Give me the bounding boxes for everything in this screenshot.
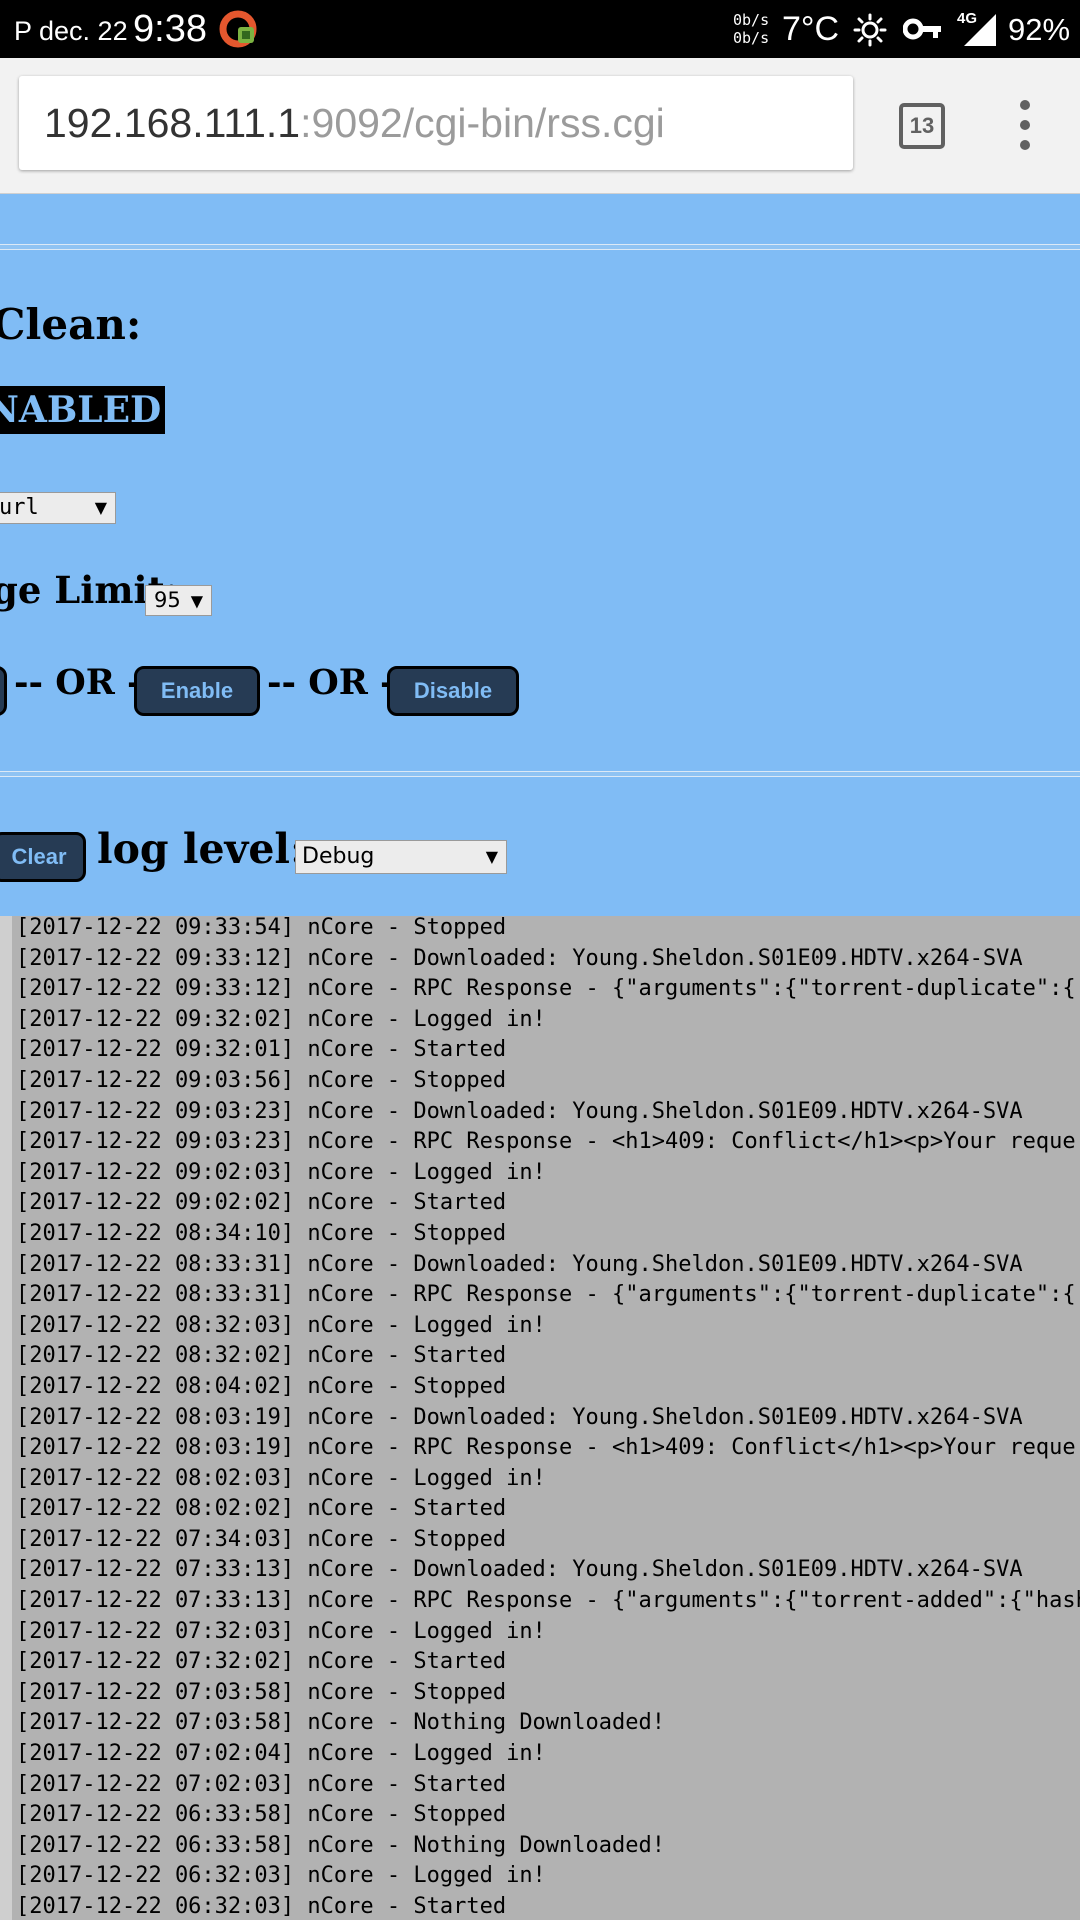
log-line: [2017-12-22 07:02:03] nCore - Started: [16, 1771, 507, 1797]
log-line: [2017-12-22 08:32:03] nCore - Logged in!: [16, 1312, 546, 1338]
log-panel-edge: [0, 916, 12, 1920]
log-line: [2017-12-22 07:34:03] nCore - Stopped: [16, 1526, 507, 1552]
log-line: [2017-12-22 09:03:23] nCore - RPC Respon…: [16, 1129, 1076, 1155]
chevron-down-icon: ▼: [190, 591, 203, 610]
log-line: [2017-12-22 08:34:10] nCore - Stopped: [16, 1220, 507, 1246]
log-line: [2017-12-22 07:03:58] nCore - Stopped: [16, 1679, 507, 1705]
log-line: [2017-12-22 09:32:02] nCore - Logged in!: [16, 1006, 546, 1032]
clear-log-button[interactable]: Clear: [0, 832, 86, 882]
log-line: [2017-12-22 07:32:03] nCore - Logged in!: [16, 1618, 546, 1644]
log-line: [2017-12-22 07:32:02] nCore - Started: [16, 1649, 507, 1675]
clean-method-select[interactable]: url ▼: [0, 492, 116, 524]
limit-value: 95: [154, 588, 181, 612]
url-path: :9092/cgi-bin/rss.cgi: [300, 100, 665, 146]
log-line: [2017-12-22 09:33:54] nCore - Stopped: [16, 916, 507, 940]
log-line: [2017-12-22 08:33:31] nCore - RPC Respon…: [16, 1282, 1076, 1308]
browser-toolbar: 192.168.111.1:9092/cgi-bin/rss.cgi 13: [0, 58, 1080, 194]
log-line: [2017-12-22 06:32:03] nCore - Started: [16, 1894, 507, 1919]
temperature: 7°C: [782, 10, 840, 48]
status-badge: NABLED: [0, 386, 166, 434]
log-line: [2017-12-22 09:02:03] nCore - Logged in!: [16, 1159, 546, 1185]
clean-section-title: Clean:: [0, 300, 142, 349]
log-line: [2017-12-22 09:32:01] nCore - Started: [16, 1037, 507, 1063]
chevron-down-icon: ▼: [485, 847, 498, 866]
log-line: [2017-12-22 08:02:02] nCore - Started: [16, 1496, 507, 1522]
disable-button[interactable]: Disable: [387, 666, 519, 716]
app-notification-icon: [219, 10, 257, 48]
log-line: [2017-12-22 08:03:19] nCore - RPC Respon…: [16, 1435, 1076, 1461]
log-line: [2017-12-22 07:33:13] nCore - RPC Respon…: [16, 1588, 1080, 1614]
log-line: [2017-12-22 09:03:56] nCore - Stopped: [16, 1067, 507, 1093]
sun-icon: [853, 13, 887, 47]
divider: [0, 771, 1080, 777]
log-line: [2017-12-22 09:33:12] nCore - RPC Respon…: [16, 976, 1076, 1002]
battery-level: 92%: [1008, 12, 1071, 47]
status-bar: P dec. 22 9:38 0b/s 0b/s 7°C 4G 92%: [0, 0, 1080, 58]
clean-method-value: url: [0, 495, 39, 520]
log-line: [2017-12-22 07:03:58] nCore - Nothing Do…: [16, 1710, 666, 1736]
tab-switcher-button[interactable]: 13: [899, 103, 945, 149]
clean-now-button[interactable]: [0, 666, 7, 716]
log-line: [2017-12-22 07:02:04] nCore - Logged in!: [16, 1741, 546, 1767]
log-lines: [2017-12-22 09:33:54] nCore - Stopped [20…: [16, 916, 1080, 1920]
log-line: [2017-12-22 08:03:19] nCore - Downloaded…: [16, 1404, 1023, 1430]
status-date: P dec. 22: [14, 16, 128, 46]
divider: [0, 244, 1080, 250]
address-bar[interactable]: 192.168.111.1:9092/cgi-bin/rss.cgi: [19, 76, 853, 170]
log-line: [2017-12-22 08:02:03] nCore - Logged in!: [16, 1465, 546, 1491]
net-speed: 0b/s 0b/s: [733, 11, 769, 47]
signal-icon: [964, 14, 996, 46]
log-line: [2017-12-22 06:33:58] nCore - Stopped: [16, 1802, 507, 1828]
log-panel[interactable]: [2017-12-22 09:33:54] nCore - Stopped [20…: [0, 916, 1080, 1920]
net-speed-up: 0b/s: [733, 11, 770, 29]
log-line: [2017-12-22 07:33:13] nCore - Downloaded…: [16, 1557, 1023, 1583]
log-line: [2017-12-22 06:32:03] nCore - Logged in!: [16, 1863, 546, 1889]
net-speed-down: 0b/s: [733, 29, 770, 47]
log-line: [2017-12-22 09:03:23] nCore - Downloaded…: [16, 1098, 1023, 1124]
vpn-key-icon: [903, 18, 941, 40]
limit-select[interactable]: 95 ▼: [145, 585, 212, 616]
url-host: 192.168.111.1: [44, 100, 301, 146]
log-line: [2017-12-22 08:33:31] nCore - Downloaded…: [16, 1251, 1023, 1277]
enable-button[interactable]: Enable: [134, 666, 260, 716]
log-level-value: Debug: [302, 844, 375, 869]
status-time: 9:38: [133, 8, 207, 50]
log-line: [2017-12-22 09:02:02] nCore - Started: [16, 1190, 507, 1216]
log-line: [2017-12-22 06:33:58] nCore - Nothing Do…: [16, 1832, 666, 1858]
chevron-down-icon: ▼: [94, 498, 107, 517]
overflow-menu-icon[interactable]: [1010, 100, 1040, 150]
log-line: [2017-12-22 09:33:12] nCore - Downloaded…: [16, 945, 1023, 971]
log-level-select[interactable]: Debug ▼: [295, 840, 507, 874]
log-level-label: log level:: [97, 825, 306, 873]
log-line: [2017-12-22 08:04:02] nCore - Stopped: [16, 1373, 507, 1399]
log-line: [2017-12-22 08:32:02] nCore - Started: [16, 1343, 507, 1369]
